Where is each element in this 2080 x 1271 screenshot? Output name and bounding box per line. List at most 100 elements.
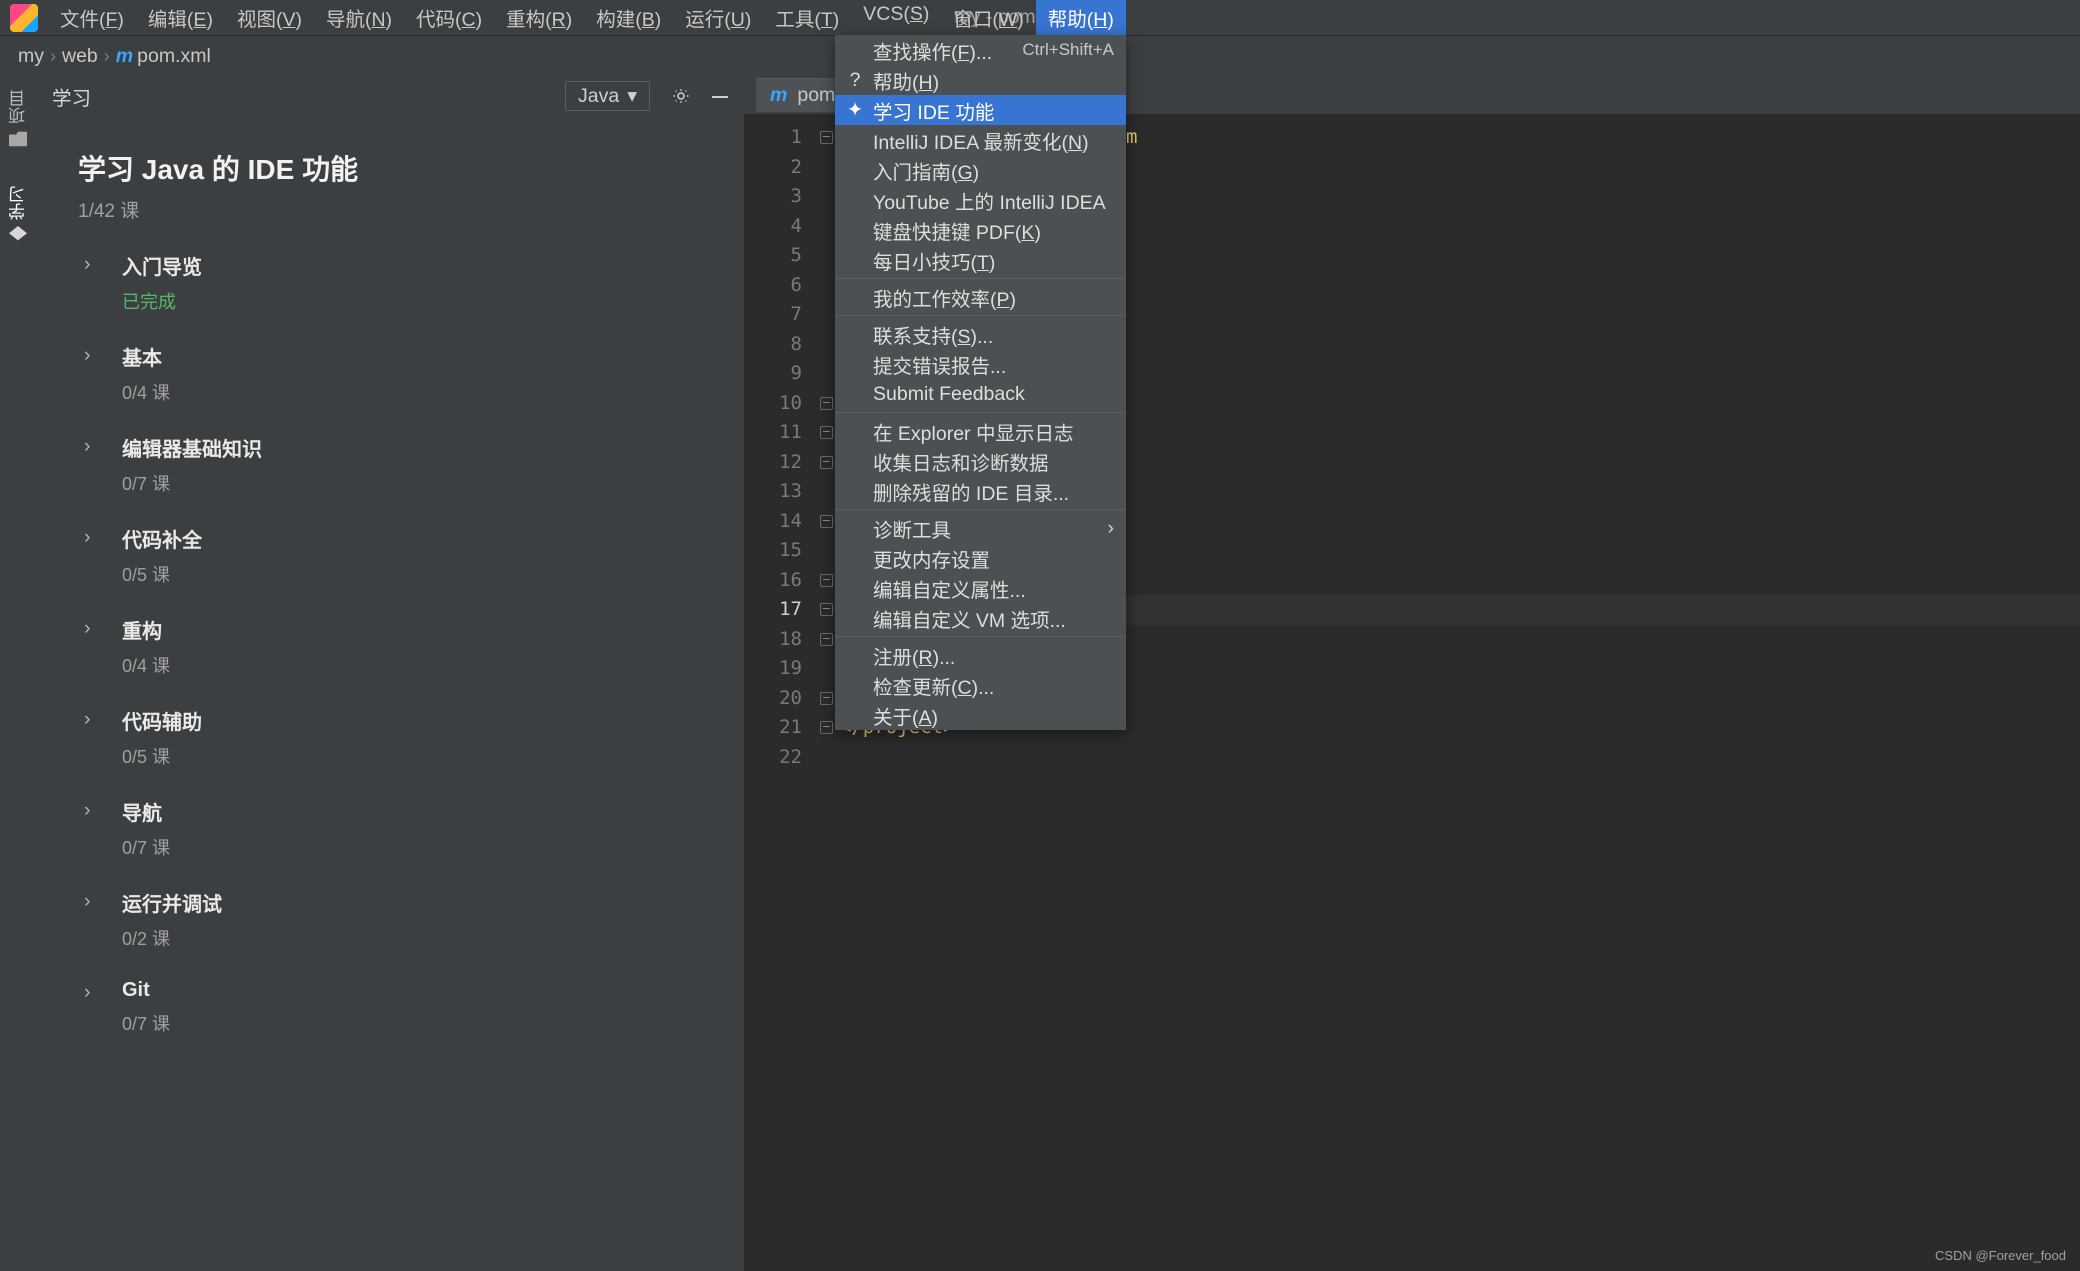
chevron-right-icon: › <box>84 708 100 731</box>
menu-separator <box>835 509 1126 510</box>
menu-item-label: 诊断工具 <box>873 514 1092 543</box>
lesson-item[interactable]: ›代码辅助0/5 课 <box>84 706 744 769</box>
hide-panel-icon[interactable] <box>712 96 728 98</box>
line-number: 4 <box>744 212 802 242</box>
lesson-title: 导航 <box>122 797 170 826</box>
menu-item-shortcut: Ctrl+Shift+A <box>1022 40 1114 60</box>
menu-item-label: 帮助(H) <box>873 66 1114 95</box>
menu-item-label: 注册(R)... <box>873 641 1114 670</box>
help-menu-item[interactable]: 我的工作效率(P) <box>835 282 1126 312</box>
help-menu-item[interactable]: 编辑自定义属性... <box>835 573 1126 603</box>
menu-item-label: 删除残留的 IDE 目录... <box>873 477 1114 506</box>
menu-vcs[interactable]: VCS(S) <box>851 0 941 36</box>
line-number: 15 <box>744 536 802 566</box>
menu-帮助[interactable]: 帮助(H) <box>1036 0 1126 36</box>
line-number: 22 <box>744 743 802 773</box>
menu-bar: 文件(F)编辑(E)视图(V)导航(N)代码(C)重构(R)构建(B)运行(U)… <box>0 0 2080 36</box>
lesson-sub: 0/5 课 <box>122 561 202 587</box>
help-menu-item[interactable]: ✦学习 IDE 功能 <box>835 95 1126 125</box>
menu-构建[interactable]: 构建(B) <box>584 0 673 36</box>
help-menu-item[interactable]: 在 Explorer 中显示日志 <box>835 416 1126 446</box>
chevron-right-icon: › <box>84 344 100 367</box>
lesson-item[interactable]: ›代码补全0/5 课 <box>84 524 744 587</box>
tool-project[interactable]: 项目 <box>6 90 31 148</box>
lesson-sub: 0/7 课 <box>122 470 262 496</box>
menu-运行[interactable]: 运行(U) <box>673 0 763 36</box>
help-menu-item[interactable]: 删除残留的 IDE 目录... <box>835 476 1126 506</box>
menu-窗口[interactable]: 窗口(W) <box>941 0 1035 36</box>
language-select[interactable]: Java ▾ <box>565 81 650 111</box>
help-menu-item[interactable]: 查找操作(F)...Ctrl+Shift+A <box>835 35 1126 65</box>
tool-learn[interactable]: 学习 <box>6 186 31 244</box>
line-number: 2 <box>744 153 802 183</box>
menu-item-label: 更改内存设置 <box>873 544 1114 573</box>
chevron-right-icon: › <box>84 253 100 276</box>
help-menu-item[interactable]: 诊断工具 <box>835 513 1126 543</box>
help-menu-item[interactable]: ? 帮助(H) <box>835 65 1126 95</box>
help-menu-item[interactable]: 键盘快捷键 PDF(K) <box>835 215 1126 245</box>
help-menu-item[interactable]: 提交错误报告... <box>835 349 1126 379</box>
help-menu-item[interactable]: 检查更新(C)... <box>835 670 1126 700</box>
lesson-item[interactable]: › 基本 0/4 课 <box>84 342 744 405</box>
chevron-right-icon: › <box>84 617 100 640</box>
line-number: 1 <box>744 123 802 153</box>
help-menu-dropdown: 查找操作(F)...Ctrl+Shift+A? 帮助(H)✦学习 IDE 功能In… <box>835 35 1126 730</box>
menu-编辑[interactable]: 编辑(E) <box>136 0 225 36</box>
lesson-item[interactable]: ›编辑器基础知识0/7 课 <box>84 433 744 496</box>
graduation-cap-icon <box>9 226 27 244</box>
help-menu-item[interactable]: Submit Feedback <box>835 379 1126 409</box>
menu-item-icon: ? <box>847 69 863 92</box>
chevron-down-icon: ▾ <box>627 84 637 108</box>
lesson-title: 基本 <box>122 342 170 371</box>
menu-item-label: 每日小技巧(T) <box>873 246 1114 275</box>
breadcrumb-module[interactable]: web <box>62 45 98 68</box>
menu-文件[interactable]: 文件(F) <box>48 0 136 36</box>
learn-panel-header: 学习 Java ▾ <box>36 76 744 116</box>
watermark: CSDN @Forever_food <box>1935 1248 2066 1263</box>
line-number: 16 <box>744 566 802 596</box>
chevron-right-icon: › <box>84 435 100 458</box>
menu-代码[interactable]: 代码(C) <box>404 0 494 36</box>
learn-panel-tab[interactable]: 学习 <box>52 82 91 111</box>
help-menu-item[interactable]: 入门指南(G) <box>835 155 1126 185</box>
help-menu-item[interactable]: 收集日志和诊断数据 <box>835 446 1126 476</box>
help-menu-item[interactable]: 注册(R)... <box>835 640 1126 670</box>
learn-progress: 1/42 课 <box>78 196 744 223</box>
lesson-item[interactable]: › 入门导览已完成 <box>84 251 744 314</box>
lesson-item[interactable]: ›导航0/7 课 <box>84 797 744 860</box>
folder-icon <box>9 130 27 148</box>
line-number: 10 <box>744 389 802 419</box>
menu-item-label: 入门指南(G) <box>873 156 1114 185</box>
help-menu-item[interactable]: YouTube 上的 IntelliJ IDEA <box>835 185 1126 215</box>
breadcrumb-root[interactable]: my <box>18 45 44 68</box>
line-number: 7 <box>744 300 802 330</box>
lesson-sub: 0/4 课 <box>122 652 170 678</box>
lesson-sub: 0/7 课 <box>122 1010 170 1036</box>
lesson-title: 入门导览 <box>122 251 202 280</box>
menu-item-label: IntelliJ IDEA 最新变化(N) <box>873 126 1114 155</box>
help-menu-item[interactable]: IntelliJ IDEA 最新变化(N) <box>835 125 1126 155</box>
chevron-right-icon: › <box>84 981 100 1004</box>
menu-视图[interactable]: 视图(V) <box>225 0 314 36</box>
lesson-sub: 0/2 课 <box>122 925 222 951</box>
lesson-sub: 已完成 <box>122 288 202 314</box>
help-menu-item[interactable]: 更改内存设置 <box>835 543 1126 573</box>
menu-item-label: 编辑自定义 VM 选项... <box>873 604 1114 633</box>
lesson-item[interactable]: ›运行并调试0/2 课 <box>84 888 744 951</box>
menu-导航[interactable]: 导航(N) <box>314 0 404 36</box>
lesson-sub: 0/4 课 <box>122 379 170 405</box>
help-menu-item[interactable]: 关于(A) <box>835 700 1126 730</box>
menu-separator <box>835 636 1126 637</box>
gear-icon[interactable] <box>672 87 690 105</box>
line-number: 21 <box>744 713 802 743</box>
menu-工具[interactable]: 工具(T) <box>763 0 851 36</box>
code-line[interactable] <box>840 743 2080 773</box>
help-menu-item[interactable]: 编辑自定义 VM 选项... <box>835 603 1126 633</box>
help-menu-item[interactable]: 联系支持(S)... <box>835 319 1126 349</box>
menu-重构[interactable]: 重构(R) <box>494 0 584 36</box>
help-menu-item[interactable]: 每日小技巧(T) <box>835 245 1126 275</box>
lesson-item[interactable]: ›Git0/7 课 <box>84 979 744 1036</box>
lesson-item[interactable]: ›重构0/4 课 <box>84 615 744 678</box>
lesson-title: 代码补全 <box>122 524 202 553</box>
breadcrumb-file[interactable]: mpom.xml <box>116 45 211 68</box>
